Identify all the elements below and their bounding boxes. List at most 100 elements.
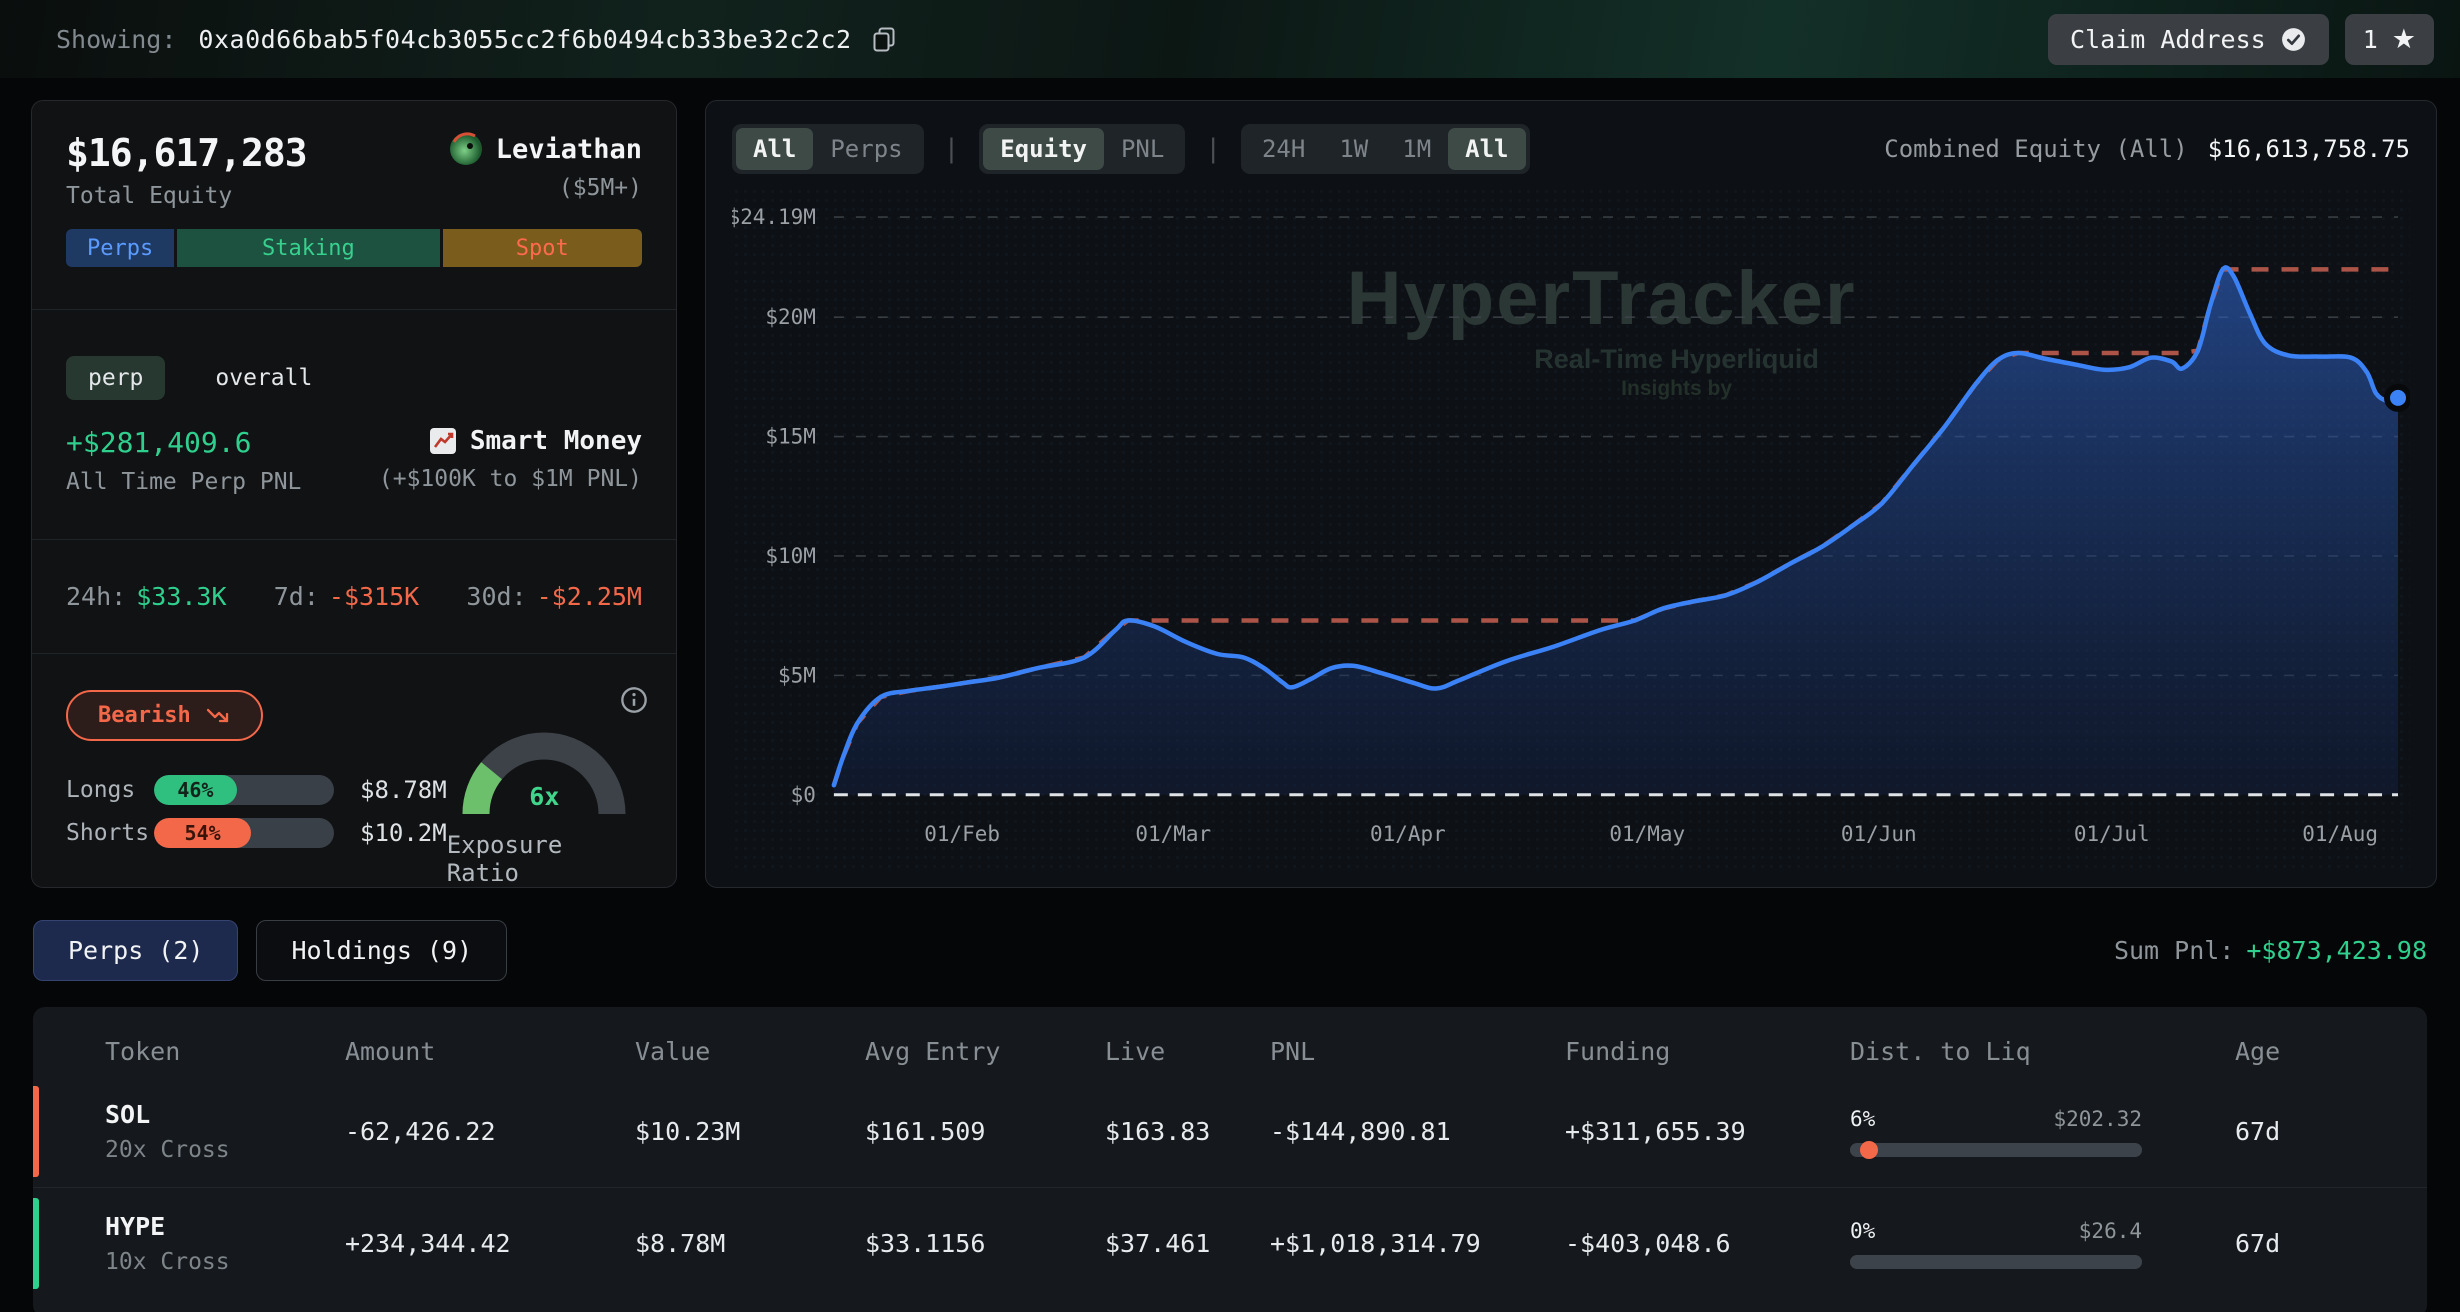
value-cell: $10.23M (635, 1117, 865, 1146)
tab-perps-positions[interactable]: Perps (2) (33, 920, 238, 981)
svg-text:01/May: 01/May (1609, 821, 1685, 846)
tab-range-1m[interactable]: 1M (1385, 128, 1448, 170)
svg-text:01/Jul: 01/Jul (2074, 821, 2150, 846)
longs-bar-fill: 46% (154, 775, 237, 805)
live-cell: $163.83 (1105, 1117, 1270, 1146)
info-icon[interactable] (620, 686, 648, 718)
pnl-24h-label: 24h: (66, 582, 126, 611)
claim-address-button[interactable]: Claim Address (2048, 14, 2329, 65)
sum-pnl-value: +$873,423.98 (2246, 936, 2427, 965)
table-row[interactable]: HYPE 10x Cross +234,344.42 $8.78M $33.11… (33, 1187, 2427, 1299)
all-time-pnl-value: +$281,409.6 (66, 426, 301, 459)
shorts-value: $10.2M (360, 819, 447, 847)
col-header-avg-entry: Avg Entry (865, 1037, 1105, 1066)
trader-identity: Leviathan ($5M+) (448, 131, 642, 209)
value-cell: $8.78M (635, 1229, 865, 1258)
dist-to-liq-cell: 0% $26.4 (1850, 1219, 2142, 1269)
col-header-funding: Funding (1565, 1037, 1850, 1066)
divider (32, 309, 676, 310)
token-cell: HYPE 10x Cross (105, 1212, 345, 1275)
table-row[interactable]: SOL 20x Cross -62,426.22 $10.23M $161.50… (33, 1076, 2427, 1187)
row-accent-1 (33, 1198, 39, 1289)
svg-text:01/Jun: 01/Jun (1841, 821, 1917, 846)
chart-header: All Perps | Equity PNL | 24H 1W 1M All C… (732, 125, 2410, 173)
pnl-7d: 7d:-$315K (274, 582, 419, 611)
dragon-avatar-icon (448, 131, 484, 167)
trader-name-row: Leviathan (448, 131, 642, 167)
longs-bar-track: 46% (154, 775, 334, 805)
trader-name: Leviathan (496, 134, 642, 165)
tab-holdings[interactable]: Holdings (9) (256, 920, 507, 981)
col-header-amount: Amount (345, 1037, 635, 1066)
sentiment-and-bars: Bearish Longs 46% $8.78M (66, 690, 447, 887)
metric-tab-group: Equity PNL (979, 124, 1185, 174)
favorites-button[interactable]: 1 ★ (2345, 14, 2434, 65)
age-cell: 67d (2235, 1117, 2427, 1146)
col-header-age: Age (2235, 1037, 2427, 1066)
combined-equity-value: $16,613,758.75 (2208, 135, 2410, 163)
smart-money-label: Smart Money (470, 426, 642, 456)
profile-card: $16,617,283 Total Equity Leviathan ($5M+… (31, 100, 677, 888)
svg-text:$10M: $10M (765, 543, 815, 568)
tab-perp[interactable]: perp (66, 356, 165, 400)
main-section: $16,617,283 Total Equity Leviathan ($5M+… (0, 78, 2460, 888)
shorts-pct: 54% (185, 821, 221, 845)
longs-value: $8.78M (360, 776, 447, 804)
token-leverage: 10x Cross (105, 1249, 345, 1275)
separator: | (1205, 134, 1221, 164)
all-time-pnl-label: All Time Perp PNL (66, 469, 301, 495)
pnl-24h-value: $33.3K (136, 582, 226, 611)
equity-chart[interactable]: HyperTracker Real-Time Hyperliquid Insig… (732, 187, 2410, 869)
pnl-cell: +$1,018,314.79 (1270, 1229, 1565, 1258)
avg-entry-cell: $33.1156 (865, 1229, 1105, 1258)
trending-down-icon (205, 704, 231, 728)
shorts-bar-fill: 54% (154, 818, 251, 848)
equity-chart-svg[interactable]: $0$5M$10M$15M$20M$24.19M01/Feb01/Mar01/A… (732, 187, 2410, 869)
amount-cell: -62,426.22 (345, 1117, 635, 1146)
pnl-cell: -$144,890.81 (1270, 1117, 1565, 1146)
svg-text:01/Feb: 01/Feb (924, 821, 1000, 846)
divider (32, 653, 676, 654)
separator: | (944, 134, 960, 164)
token-name: HYPE (105, 1212, 345, 1241)
dist-bar-0 (1850, 1143, 2142, 1157)
liq-price: $202.32 (2053, 1107, 2142, 1131)
copy-address-button[interactable] (870, 25, 898, 53)
pnl-scope-tabs: perp overall (66, 356, 642, 400)
allocation-bar: PerpsStakingSpot (66, 229, 642, 267)
showing-label: Showing: (56, 25, 176, 54)
exposure-gauge-block: 6x Exposure Ratio (447, 690, 642, 887)
sentiment-badge: Bearish (66, 690, 263, 741)
chart-increasing-icon (428, 426, 458, 456)
pnl-24h: 24h: $33.3K (66, 582, 227, 611)
divider (32, 539, 676, 540)
svg-text:01/Apr: 01/Apr (1370, 821, 1446, 846)
tab-scope-all[interactable]: All (736, 128, 813, 170)
tab-overall[interactable]: overall (193, 356, 334, 400)
topbar: Showing: 0xa0d66bab5f04cb3055cc2f6b0494c… (0, 0, 2460, 78)
wallet-address: 0xa0d66bab5f04cb3055cc2f6b0494cb33be32c2… (198, 25, 851, 54)
tab-scope-perps[interactable]: Perps (813, 128, 919, 170)
smart-money-range: (+$100K to $1M PNL) (379, 466, 642, 492)
token-leverage: 20x Cross (105, 1137, 345, 1163)
shorts-bar-track: 54% (154, 818, 334, 848)
tab-range-24h[interactable]: 24H (1245, 128, 1322, 170)
tab-range-1w[interactable]: 1W (1322, 128, 1385, 170)
allocation-segment-staking: Staking (177, 229, 439, 267)
longs-label: Longs (66, 777, 154, 803)
row-accent-0 (33, 1086, 39, 1177)
allocation-segment-spot: Spot (443, 229, 643, 267)
period-pnl-row: 24h:$33.3K 7d:-$315K 30d:-$2.25M (66, 582, 642, 611)
exposure-gauge: 6x (449, 716, 639, 821)
tab-metric-equity[interactable]: Equity (983, 128, 1104, 170)
tab-range-all[interactable]: All (1448, 128, 1525, 170)
funding-cell: -$403,048.6 (1565, 1229, 1850, 1258)
sentiment-label: Bearish (98, 703, 191, 728)
age-cell: 67d (2235, 1229, 2427, 1258)
all-time-pnl-block: +$281,409.6 All Time Perp PNL (66, 426, 301, 495)
tab-metric-pnl[interactable]: PNL (1104, 128, 1181, 170)
funding-cell: +$311,655.39 (1565, 1117, 1850, 1146)
long-short-bars: Longs 46% $8.78M Shorts 54% (66, 775, 447, 848)
longs-pct: 46% (177, 778, 213, 802)
dist-bar-1 (1850, 1255, 2142, 1269)
